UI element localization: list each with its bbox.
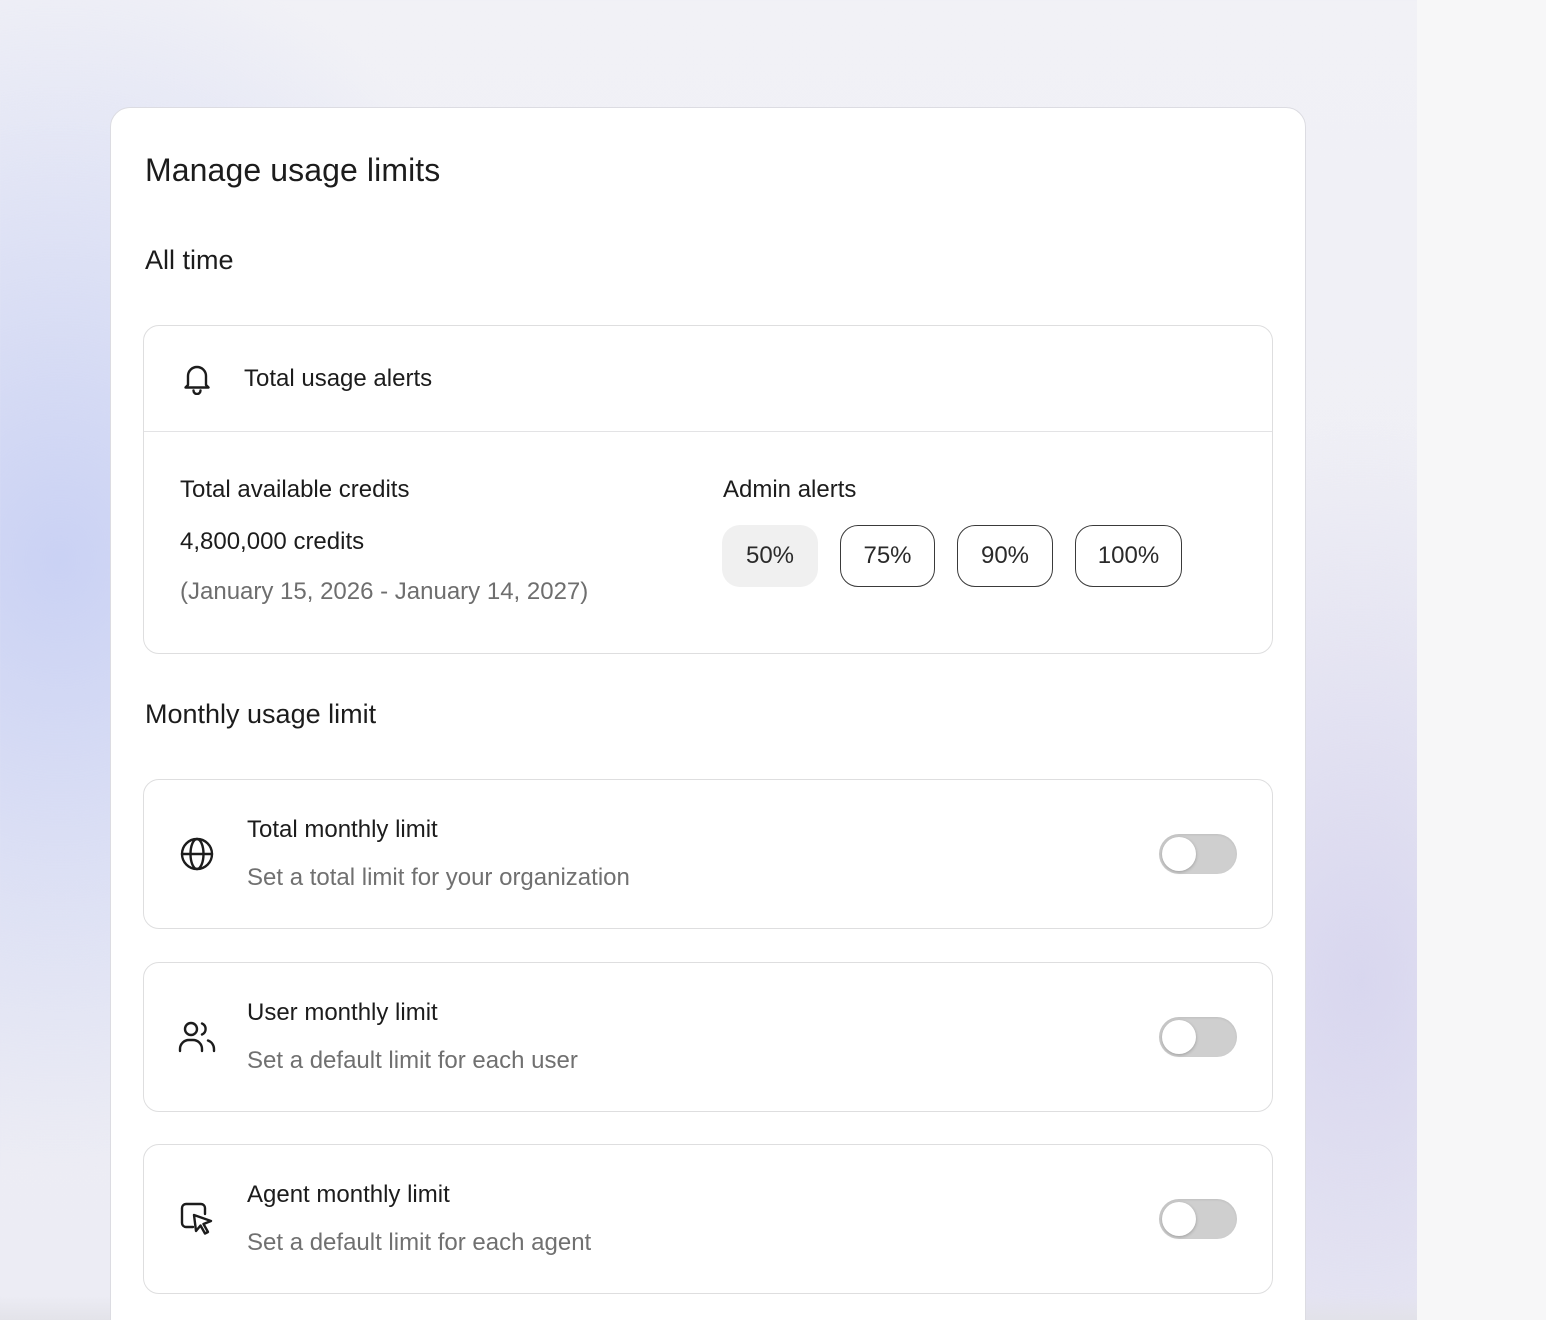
- limit-subtitle: Set a total limit for your organization: [247, 864, 630, 891]
- limit-row-user: User monthly limit Set a default limit f…: [143, 962, 1273, 1112]
- limit-subtitle: Set a default limit for each user: [247, 1047, 578, 1074]
- toggle-knob: [1162, 1202, 1196, 1236]
- page-title: Manage usage limits: [145, 152, 441, 188]
- limit-row-total: Total monthly limit Set a total limit fo…: [143, 779, 1273, 929]
- credits-date-range: (January 15, 2026 - January 14, 2027): [180, 578, 589, 605]
- limit-texts: User monthly limit Set a default limit f…: [247, 999, 578, 1075]
- limit-title: Total monthly limit: [247, 816, 438, 843]
- alerts-body: Total available credits 4,800,000 credit…: [144, 432, 1272, 653]
- users-icon: [178, 1018, 216, 1056]
- total-usage-alerts-panel: Total usage alerts Total available credi…: [143, 325, 1273, 654]
- usage-limits-card: Manage usage limits All time Total usage…: [110, 107, 1306, 1320]
- agent-cursor-icon: [178, 1200, 216, 1238]
- alert-chip-50[interactable]: 50%: [722, 525, 818, 587]
- limit-texts: Total monthly limit Set a total limit fo…: [247, 816, 630, 892]
- limit-subtitle: Set a default limit for each agent: [247, 1229, 592, 1256]
- admin-alert-chips: 50% 75% 90% 100%: [722, 525, 1182, 587]
- credits-value: 4,800,000 credits: [180, 528, 365, 555]
- right-background-strip: [1417, 0, 1546, 1320]
- toggle-knob: [1162, 1020, 1196, 1054]
- admin-alerts-label: Admin alerts: [723, 476, 857, 503]
- toggle-knob: [1162, 837, 1196, 871]
- credits-label: Total available credits: [180, 476, 410, 503]
- limit-title: Agent monthly limit: [247, 1181, 450, 1208]
- limit-title: User monthly limit: [247, 999, 438, 1026]
- section-title-monthly: Monthly usage limit: [145, 699, 377, 729]
- alert-chip-75[interactable]: 75%: [840, 525, 935, 587]
- bell-icon: [180, 362, 214, 396]
- section-title-all-time: All time: [145, 245, 234, 275]
- alert-chip-100[interactable]: 100%: [1075, 525, 1182, 587]
- total-limit-toggle[interactable]: [1159, 834, 1237, 874]
- user-limit-toggle[interactable]: [1159, 1017, 1237, 1057]
- agent-limit-toggle[interactable]: [1159, 1199, 1237, 1239]
- limit-row-agent: Agent monthly limit Set a default limit …: [143, 1144, 1273, 1294]
- alerts-header: Total usage alerts: [144, 326, 1272, 432]
- globe-icon: [178, 835, 216, 873]
- alerts-header-label: Total usage alerts: [244, 364, 433, 392]
- alert-chip-90[interactable]: 90%: [957, 525, 1053, 587]
- limit-texts: Agent monthly limit Set a default limit …: [247, 1181, 591, 1257]
